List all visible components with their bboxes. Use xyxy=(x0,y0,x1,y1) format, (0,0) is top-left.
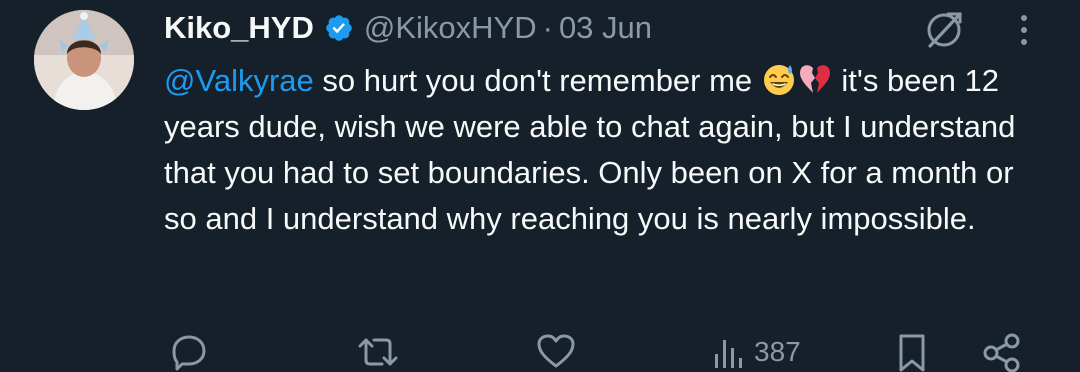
share-button[interactable] xyxy=(980,332,1024,372)
verified-badge-icon xyxy=(324,13,354,43)
display-name[interactable]: Kiko_HYD xyxy=(164,10,314,46)
sweat-smile-emoji xyxy=(761,61,797,97)
separator-dot: · xyxy=(542,10,553,45)
reply-button[interactable] xyxy=(168,332,210,372)
more-vertical-icon[interactable] xyxy=(1012,12,1036,52)
tweet[interactable]: Kiko_HYD @KikoxHYD · 03 Jun @Valkyrae so… xyxy=(0,0,1080,372)
reply-icon xyxy=(168,332,210,372)
bookmark-icon xyxy=(894,332,930,372)
share-icon xyxy=(980,332,1024,372)
broken-heart-emoji xyxy=(797,61,833,97)
tweet-text-part1: so hurt you don't remember me xyxy=(313,63,761,98)
views-count: 387 xyxy=(754,336,801,367)
views-icon xyxy=(712,332,746,372)
avatar[interactable] xyxy=(34,10,134,110)
mention-link[interactable]: @Valkyrae xyxy=(164,63,314,98)
repost-icon xyxy=(356,332,400,372)
views-button[interactable]: 387 xyxy=(712,332,801,372)
action-bar: 387 xyxy=(164,332,1044,372)
tweet-date[interactable]: 03 Jun xyxy=(559,10,652,46)
tweet-text: @Valkyrae so hurt you don't remember me … xyxy=(164,58,1044,242)
bookmark-button[interactable] xyxy=(894,332,930,372)
user-handle[interactable]: @KikoxHYD xyxy=(364,10,537,46)
like-button[interactable] xyxy=(534,332,578,372)
repost-button[interactable] xyxy=(356,332,400,372)
grok-icon[interactable] xyxy=(922,8,966,52)
like-icon xyxy=(534,332,578,372)
tweet-header: Kiko_HYD @KikoxHYD · 03 Jun xyxy=(164,6,652,50)
